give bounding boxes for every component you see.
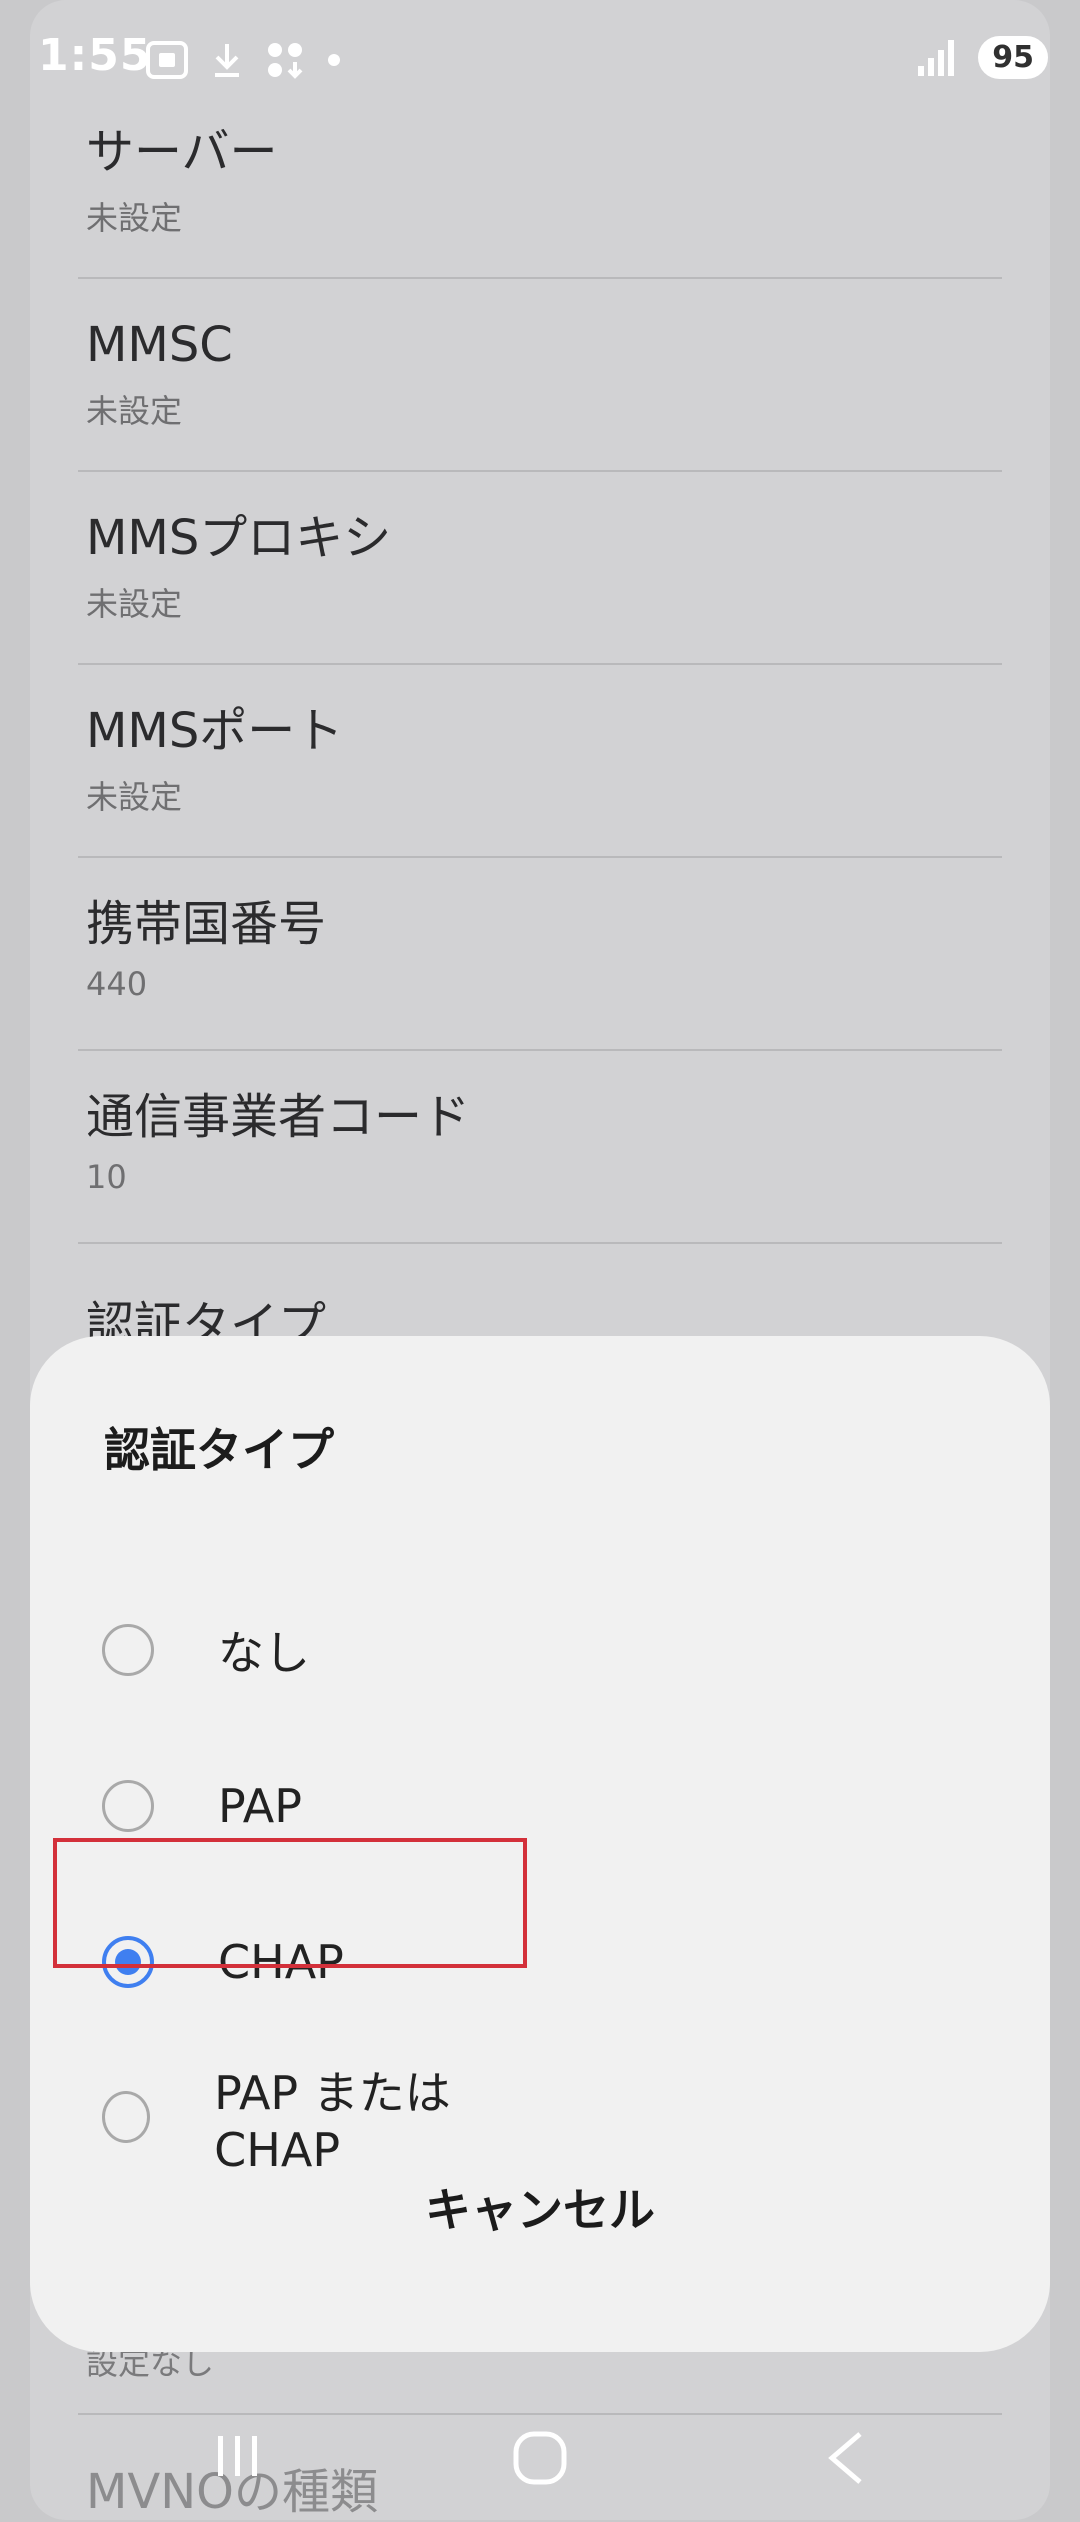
home-icon[interactable] xyxy=(512,2430,568,2486)
setting-title: MMSプロキシ xyxy=(86,510,392,566)
setting-title: MMSポート xyxy=(86,703,344,759)
radio-button[interactable] xyxy=(102,1780,154,1832)
download-icon xyxy=(215,44,239,77)
settings-list: サーバー 未設定 MMSC 未設定 MMSプロキシ 未設定 MMSポート 未設定… xyxy=(78,86,1002,1244)
radio-button[interactable] xyxy=(102,1624,154,1676)
cancel-button[interactable]: キャンセル xyxy=(30,2174,1050,2240)
screenshot-icon xyxy=(146,41,188,79)
radio-button[interactable] xyxy=(102,2091,151,2143)
recent-apps-icon[interactable] xyxy=(212,2430,264,2482)
option-none[interactable]: なし xyxy=(100,1590,560,1710)
status-bar: 1:55 95 xyxy=(0,0,1080,120)
option-label: PAP xyxy=(218,1779,303,1833)
battery-indicator: 95 xyxy=(978,36,1048,79)
setting-title: 携帯国番号 xyxy=(86,896,327,952)
setting-value: 未設定 xyxy=(86,777,183,816)
selection-highlight-box xyxy=(53,1838,527,1968)
back-icon[interactable] xyxy=(822,2430,870,2486)
setting-item-mnc[interactable]: 通信事業者コード 10 xyxy=(78,1051,1002,1244)
setting-title: 通信事業者コード xyxy=(86,1089,471,1145)
option-label: PAP または CHAP xyxy=(214,2066,451,2177)
setting-item-mmsc[interactable]: MMSC 未設定 xyxy=(78,279,1002,472)
option-pap-or-chap[interactable]: PAP または CHAP xyxy=(100,2057,560,2177)
setting-title: サーバー xyxy=(86,124,278,180)
setting-value: 未設定 xyxy=(86,391,183,430)
dot-icon xyxy=(328,54,340,66)
setting-value: 10 xyxy=(86,1157,127,1196)
setting-item-mcc[interactable]: 携帯国番号 440 xyxy=(78,858,1002,1051)
apps-download-icon xyxy=(268,43,303,79)
signal-icon xyxy=(918,39,955,76)
setting-title: MMSC xyxy=(86,317,233,373)
notification-icons xyxy=(145,40,341,80)
setting-value: 440 xyxy=(86,964,148,1003)
setting-item-mms-port[interactable]: MMSポート 未設定 xyxy=(78,665,1002,858)
status-time: 1:55 xyxy=(38,30,152,81)
setting-item-mms-proxy[interactable]: MMSプロキシ 未設定 xyxy=(78,472,1002,665)
setting-value: 未設定 xyxy=(86,198,183,237)
navigation-bar xyxy=(0,2390,1080,2520)
system-icons: 95 xyxy=(916,36,1048,79)
dialog-title: 認証タイプ xyxy=(104,1423,334,1477)
option-label: なし xyxy=(218,1626,310,1680)
auth-type-dialog: 認証タイプ なし PAP CHAP PAP または CHAP キャンセル xyxy=(30,1336,1050,2352)
setting-value: 未設定 xyxy=(86,584,183,623)
